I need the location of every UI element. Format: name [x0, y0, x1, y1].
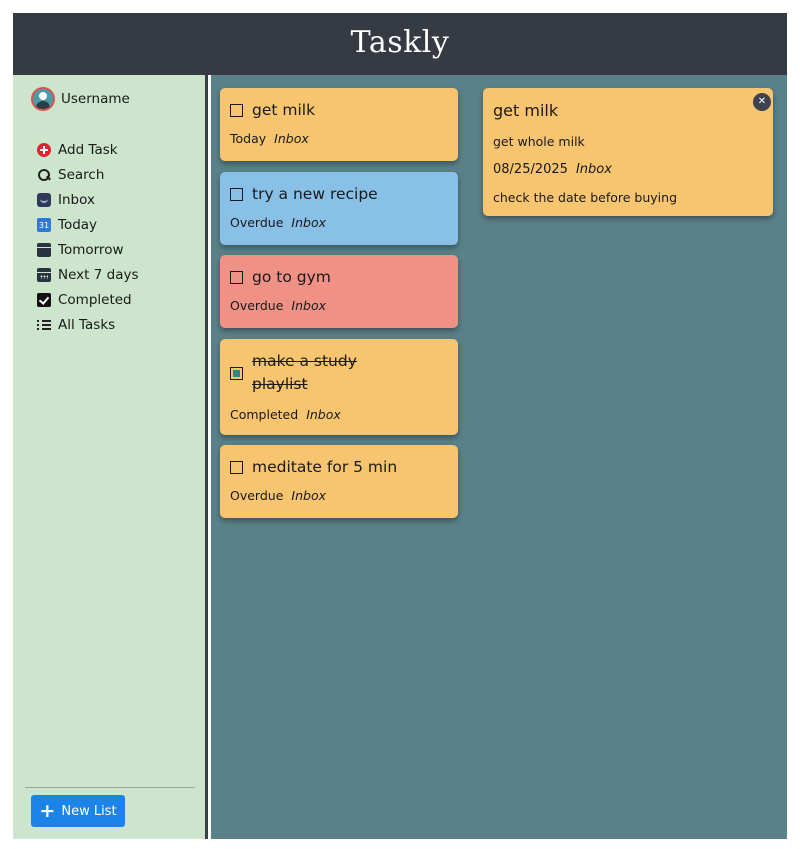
task-checkbox[interactable]	[230, 187, 243, 201]
sidebar-item-label: All Tasks	[58, 316, 116, 333]
task-list-name: Inbox	[274, 131, 309, 146]
task-list-name: Inbox	[306, 407, 341, 422]
week-calendar-icon	[37, 267, 51, 282]
detail-meta: 08/25/2025 Inbox	[493, 162, 612, 177]
sidebar-item-all-tasks[interactable]: All Tasks	[37, 312, 139, 337]
inbox-icon	[37, 192, 51, 207]
task-list-name: Inbox	[291, 215, 326, 230]
sidebar-nav: Add Task Search Inbox 31 Today Tomorrow …	[37, 137, 139, 337]
sidebar-item-completed[interactable]: Completed	[37, 287, 139, 312]
task-due-status: Completed	[230, 407, 299, 422]
task-card[interactable]: go to gym Overdue Inbox	[220, 255, 458, 328]
detail-date: 08/25/2025	[493, 162, 568, 177]
today-calendar-icon: 31	[37, 217, 51, 232]
task-list-name: Inbox	[291, 488, 326, 503]
task-card[interactable]: make a study playlist Completed Inbox	[220, 339, 458, 435]
new-list-button[interactable]: + New List	[31, 795, 125, 827]
task-checkbox[interactable]	[230, 366, 243, 380]
sidebar-item-label: Tomorrow	[58, 241, 124, 258]
task-due-status: Overdue	[230, 215, 284, 230]
sidebar-item-label: Completed	[58, 291, 132, 308]
sidebar-divider	[25, 787, 195, 788]
avatar	[31, 87, 55, 111]
add-task-icon	[37, 142, 51, 157]
task-checkbox[interactable]	[230, 460, 243, 474]
task-card[interactable]: meditate for 5 min Overdue Inbox	[220, 445, 458, 518]
user-profile[interactable]: Username	[31, 87, 130, 111]
sidebar-item-next-7-days[interactable]: Next 7 days	[37, 262, 139, 287]
task-due-status: Today	[230, 131, 267, 146]
task-title: go to gym	[252, 268, 331, 286]
sidebar-item-today[interactable]: 31 Today	[37, 212, 139, 237]
tomorrow-calendar-icon	[37, 242, 51, 257]
task-list-name: Inbox	[291, 298, 326, 313]
completed-check-icon	[37, 292, 51, 307]
task-checkbox[interactable]	[230, 103, 243, 117]
task-card[interactable]: try a new recipe Overdue Inbox	[220, 172, 458, 245]
all-tasks-list-icon	[37, 318, 51, 332]
detail-description: get whole milk	[493, 134, 585, 149]
sidebar-item-label: Next 7 days	[58, 266, 139, 283]
sidebar-item-label: Add Task	[58, 141, 118, 158]
sidebar-item-inbox[interactable]: Inbox	[37, 187, 139, 212]
task-detail-panel: get milk ✕ get whole milk 08/25/2025 Inbo…	[483, 88, 773, 216]
new-list-label: New List	[61, 803, 117, 819]
plus-icon: +	[39, 799, 56, 822]
sidebar-item-label: Today	[58, 216, 98, 233]
sidebar-item-search[interactable]: Search	[37, 162, 139, 187]
detail-notes: check the date before buying	[493, 190, 678, 205]
task-card[interactable]: get milk Today Inbox	[220, 88, 458, 161]
detail-list-name: Inbox	[575, 162, 612, 177]
sidebar-item-label: Inbox	[58, 191, 95, 208]
task-checkbox[interactable]	[230, 270, 243, 284]
sidebar: Username Add Task Search Inbox 31 Today …	[13, 75, 208, 839]
app-window: Taskly Username Add Task Search Inbox 31…	[13, 13, 787, 839]
detail-title: get milk	[493, 101, 559, 120]
task-due-status: Overdue	[230, 488, 284, 503]
close-icon[interactable]: ✕	[753, 93, 771, 111]
app-title: Taskly	[13, 13, 787, 75]
search-icon	[37, 168, 51, 182]
task-title: make a study playlist	[252, 352, 357, 393]
sidebar-item-label: Search	[58, 166, 105, 183]
username: Username	[61, 91, 130, 107]
task-board: get milk Today Inbox try a new recipe Ove…	[211, 75, 787, 839]
sidebar-item-tomorrow[interactable]: Tomorrow	[37, 237, 139, 262]
task-title: meditate for 5 min	[252, 458, 398, 476]
task-due-status: Overdue	[230, 298, 284, 313]
task-title: get milk	[252, 101, 316, 119]
task-title: try a new recipe	[252, 185, 378, 203]
sidebar-item-add-task[interactable]: Add Task	[37, 137, 139, 162]
